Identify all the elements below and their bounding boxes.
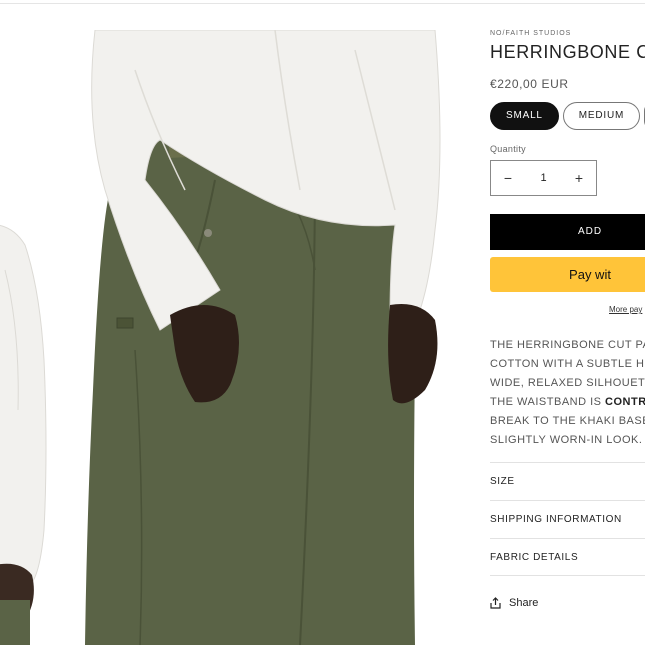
share-icon (490, 597, 501, 609)
accordion-size[interactable]: SIZE (490, 462, 645, 500)
product-title: HERRINGBONE CUT (490, 42, 645, 62)
description-line: THE HERRINGBONE CUT PANT (490, 339, 645, 351)
description-emphasis: CONTRAS (605, 396, 645, 408)
model-main-illustration (75, 30, 460, 645)
accordion-shipping-information[interactable]: SHIPPING INFORMATION (490, 500, 645, 538)
product-image-secondary[interactable] (0, 30, 60, 645)
quantity-stepper: − 1 + (490, 160, 597, 196)
quantity-increase-button[interactable]: + (562, 161, 596, 195)
product-description: THE HERRINGBONE CUT PANT COTTON WITH A S… (490, 336, 645, 450)
product-accordion: SIZE SHIPPING INFORMATION FABRIC DETAILS (490, 462, 645, 576)
quantity-decrease-button[interactable]: − (491, 161, 525, 195)
express-pay-label: Pay wit (569, 267, 611, 282)
description-line: SLIGHTLY WORN-IN LOOK. (490, 434, 643, 446)
more-payment-options-link[interactable]: More pay (609, 305, 642, 314)
product-price: €220,00 EUR (490, 77, 569, 91)
size-option-small[interactable]: SMALL (490, 102, 559, 130)
express-pay-button[interactable]: Pay wit (490, 257, 645, 292)
quantity-label: Quantity (490, 144, 526, 154)
product-info: NO/FAITH STUDIOS HERRINGBONE CUT €220,00… (490, 0, 645, 645)
description-line: BREAK TO THE KHAKI BASE. A (490, 415, 645, 427)
vendor-name: NO/FAITH STUDIOS (490, 30, 572, 37)
share-label: Share (509, 597, 539, 609)
product-gallery[interactable] (0, 30, 460, 645)
quantity-input[interactable]: 1 (540, 172, 546, 184)
description-line: THE WAISTBAND IS CONTRAS (490, 393, 645, 412)
share-button[interactable]: Share (490, 597, 538, 609)
size-selector: SMALL MEDIUM (490, 102, 645, 130)
product-page: NO/FAITH STUDIOS HERRINGBONE CUT €220,00… (0, 0, 645, 645)
size-option-medium[interactable]: MEDIUM (562, 102, 641, 130)
add-to-cart-button[interactable]: ADD (490, 214, 645, 250)
model-side-illustration (0, 224, 47, 645)
accordion-fabric-details[interactable]: FABRIC DETAILS (490, 538, 645, 576)
add-to-cart-label: ADD (577, 226, 603, 237)
product-image-main[interactable] (75, 30, 460, 645)
description-line: COTTON WITH A SUBTLE HER (490, 358, 645, 370)
description-line: WIDE, RELAXED SILHOUETTE (490, 377, 645, 389)
